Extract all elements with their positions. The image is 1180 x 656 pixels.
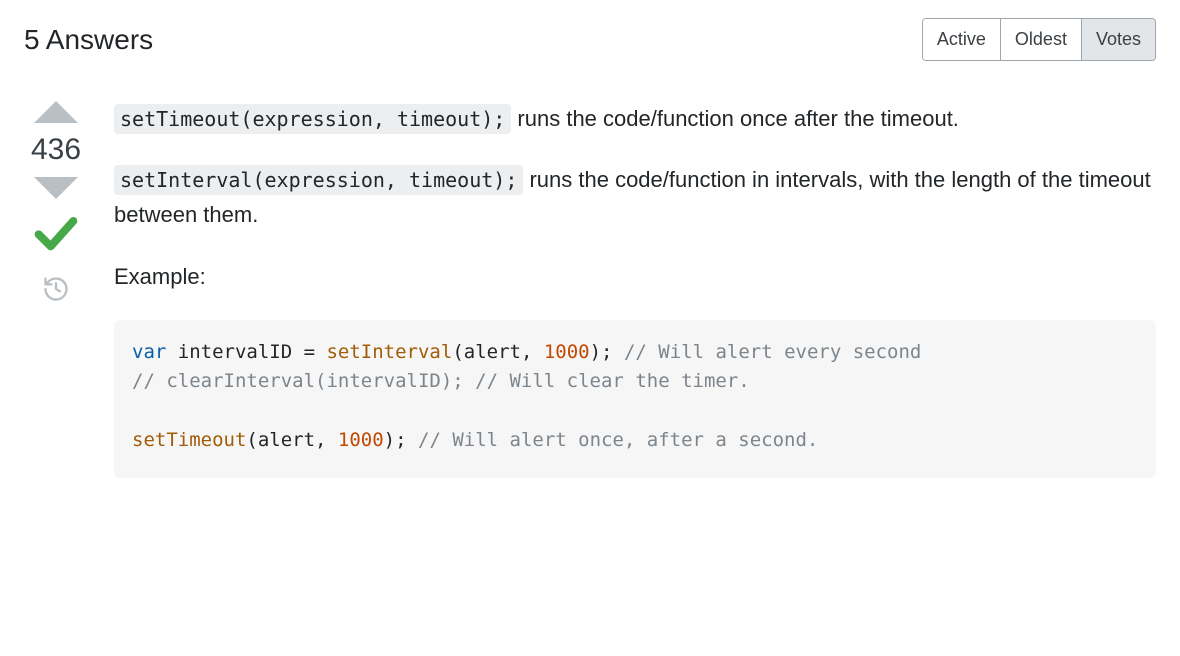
answer-body: setTimeout(expression, timeout); runs th… bbox=[114, 101, 1156, 478]
token: ); bbox=[590, 341, 624, 363]
vote-column: 436 bbox=[24, 101, 88, 478]
sort-tab-oldest[interactable]: Oldest bbox=[1000, 19, 1081, 60]
token-keyword: var bbox=[132, 341, 166, 363]
downvote-icon[interactable] bbox=[34, 177, 78, 199]
accepted-check-icon bbox=[32, 209, 80, 257]
token-number: 1000 bbox=[544, 341, 590, 363]
paragraph: setTimeout(expression, timeout); runs th… bbox=[114, 101, 1156, 136]
inline-code: setInterval(expression, timeout); bbox=[114, 165, 523, 195]
answers-header: 5 Answers Active Oldest Votes bbox=[24, 18, 1156, 61]
inline-code: setTimeout(expression, timeout); bbox=[114, 104, 511, 134]
vote-count: 436 bbox=[31, 133, 81, 167]
history-icon[interactable] bbox=[42, 275, 70, 303]
token: intervalID = bbox=[166, 341, 326, 363]
text: Example: bbox=[114, 264, 206, 289]
token-comment: // clearInterval(intervalID); // Will cl… bbox=[132, 370, 750, 392]
code-block[interactable]: var intervalID = setInterval(alert, 1000… bbox=[114, 320, 1156, 478]
token: (alert, bbox=[452, 341, 544, 363]
token: (alert, bbox=[246, 429, 338, 451]
sort-tabs: Active Oldest Votes bbox=[922, 18, 1156, 61]
token-comment: // Will alert every second bbox=[624, 341, 921, 363]
token-function: setTimeout bbox=[132, 429, 246, 451]
token: ); bbox=[384, 429, 418, 451]
sort-tab-votes[interactable]: Votes bbox=[1081, 19, 1155, 60]
text: runs the code/function once after the ti… bbox=[511, 106, 959, 131]
upvote-icon[interactable] bbox=[34, 101, 78, 123]
token-function: setInterval bbox=[326, 341, 452, 363]
token-number: 1000 bbox=[338, 429, 384, 451]
sort-tab-active[interactable]: Active bbox=[923, 19, 1000, 60]
token-comment: // Will alert once, after a second. bbox=[418, 429, 818, 451]
paragraph: setInterval(expression, timeout); runs t… bbox=[114, 162, 1156, 232]
answer: 436 setTimeout(expression, timeout); run… bbox=[24, 101, 1156, 478]
answers-title: 5 Answers bbox=[24, 24, 153, 56]
paragraph: Example: bbox=[114, 259, 1156, 294]
